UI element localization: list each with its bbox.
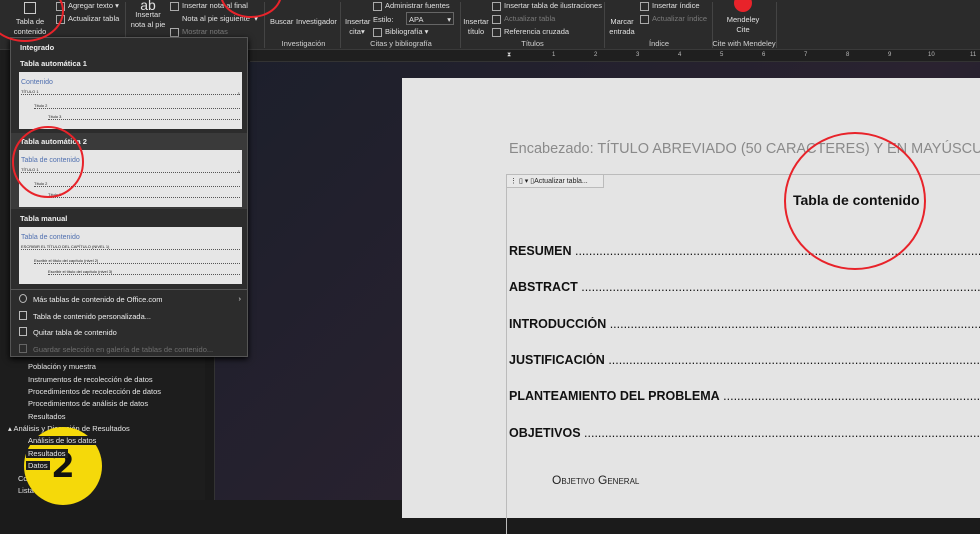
- insert-caption-button[interactable]: Insertar título: [463, 17, 489, 37]
- update-table-button[interactable]: Actualizar tabla: [56, 14, 119, 24]
- mark-entry-button[interactable]: Marcar entrada: [608, 17, 636, 37]
- toc-entry[interactable]: INTRODUCCIÓN: [509, 317, 980, 331]
- search-button[interactable]: Buscar: [270, 17, 293, 26]
- annotation-circle: [12, 126, 84, 198]
- mendeley-cite-button[interactable]: Mendeley Cite: [722, 15, 764, 35]
- thumb-line: Escribir el título del capítulo (nivel 3…: [48, 269, 240, 275]
- update-icon: [492, 14, 501, 24]
- manual-table-label: Tabla manual: [20, 214, 68, 223]
- remove-toc-item[interactable]: Quitar tabla de contenido: [33, 328, 117, 337]
- auto-table-1-label: Tabla automática 1: [20, 59, 87, 68]
- style-select[interactable]: APA ▾: [406, 12, 454, 25]
- ruler-tick: 8: [846, 52, 850, 58]
- thumb-line: TÍTULO 1: [21, 89, 240, 95]
- ruler-tick: 3: [636, 52, 640, 58]
- globe-icon: [19, 294, 27, 303]
- group-captions-label: Títulos: [521, 39, 544, 48]
- document-icon: [19, 311, 27, 320]
- nav-item[interactable]: Resultados: [26, 449, 68, 458]
- nav-item[interactable]: Datos: [26, 461, 50, 470]
- toc-entry[interactable]: ABSTRACT: [509, 280, 980, 294]
- ab-icon: ab: [140, 0, 156, 13]
- ruler-tick: 10: [928, 52, 935, 58]
- thumb-line: Título 2: [34, 103, 240, 109]
- insert-table-figures-button[interactable]: Insertar tabla de ilustraciones: [492, 1, 602, 11]
- style-label: Estilo:: [373, 15, 394, 24]
- group-index-label: Índice: [648, 39, 669, 48]
- insert-citation-button[interactable]: Insertar cita▾: [345, 17, 370, 37]
- nav-item[interactable]: Procedimientos de análisis de datos: [28, 399, 148, 408]
- manual-table-option[interactable]: Tabla de contenido ESCRIBIR EL TÍTULO DE…: [19, 227, 242, 284]
- nav-item[interactable]: Resultados: [28, 412, 66, 421]
- group-research-label: Investigación: [281, 39, 326, 48]
- group-mendeley-label: Cite with Mendeley: [712, 39, 776, 48]
- manage-sources-button[interactable]: Administrar fuentes: [373, 1, 450, 11]
- ruler-tick: 5: [720, 52, 724, 58]
- nav-item[interactable]: Instrumentos de recolección de datos: [28, 375, 153, 384]
- researcher-button[interactable]: Investigador: [296, 17, 337, 26]
- toc-sub-entry[interactable]: Objetivo General: [552, 473, 639, 487]
- toc-entry[interactable]: OBJETIVOS: [509, 426, 980, 440]
- indent-marker[interactable]: ⧗: [507, 52, 511, 59]
- toc-entry[interactable]: JUSTIFICACIÓN: [509, 353, 980, 367]
- nav-item[interactable]: Procedimientos de recolección de datos: [28, 387, 161, 396]
- update-index-button[interactable]: Actualizar índice: [640, 14, 707, 24]
- thumb-line: Título 3: [48, 192, 240, 198]
- remove-toc-icon: [19, 327, 27, 336]
- cross-reference-button[interactable]: Referencia cruzada: [492, 27, 569, 37]
- horizontal-ruler[interactable]: ⧗ 1 2 3 4 5 6 7 8 9 10 11: [250, 50, 980, 62]
- notes-icon: [170, 27, 179, 37]
- more-tocs-item[interactable]: Más tablas de contenido de Office.com: [33, 295, 163, 304]
- bibliography-icon: [373, 27, 382, 37]
- section-label: Integrado: [20, 43, 55, 52]
- toc-entry[interactable]: RESUMEN: [509, 244, 980, 258]
- nav-item[interactable]: Análisis de los datos: [26, 436, 99, 445]
- cross-reference-icon: [492, 27, 501, 37]
- thumb-page: 1: [237, 91, 240, 96]
- toc-control-tab[interactable]: ⋮ ▯ ▾ ▯Actualizar tabla...: [506, 174, 604, 188]
- save-selection-item[interactable]: Guardar selección en galería de tablas d…: [33, 345, 213, 354]
- thumb-line: ESCRIBIR EL TÍTULO DEL CAPÍTULO (NIVEL 1…: [21, 244, 240, 250]
- thumb-line: Escribir el título del capítulo (nivel 2…: [34, 258, 240, 264]
- ruler-tick: 7: [804, 52, 808, 58]
- chevron-right-icon: ›: [238, 294, 242, 303]
- ruler-tick: 6: [762, 52, 766, 58]
- insert-footnote-button[interactable]: ab Insertar nota al pie: [130, 0, 166, 30]
- chevron-down-icon: ▾: [447, 15, 451, 24]
- ruler-tick: 9: [888, 52, 892, 58]
- group-citations-label: Citas y bibliografía: [370, 39, 432, 48]
- insert-index-button[interactable]: Insertar índice: [640, 1, 700, 11]
- figures-icon: [492, 1, 501, 11]
- thumb-title: Tabla de contenido: [21, 234, 80, 241]
- endnote-icon: [170, 1, 179, 11]
- update-captions-table-button[interactable]: Actualizar tabla: [492, 14, 555, 24]
- show-notes-button[interactable]: Mostrar notas: [170, 27, 228, 37]
- thumb-page: 1: [237, 169, 240, 174]
- ruler-tick: 1: [552, 52, 556, 58]
- page-header[interactable]: Encabezado: TÍTULO ABREVIADO (50 CARACTE…: [509, 141, 980, 157]
- ruler-tick: 4: [678, 52, 682, 58]
- thumb-line: Título 3: [48, 114, 240, 120]
- thumb-title: Contenido: [21, 79, 53, 86]
- ruler-tick: 2: [594, 52, 598, 58]
- update-icon: [640, 14, 649, 24]
- index-icon: [640, 1, 649, 11]
- ruler-tick: 11: [970, 52, 977, 58]
- mendeley-icon: [734, 0, 752, 12]
- add-text-button[interactable]: Agregar texto ▾: [56, 1, 119, 11]
- update-table-button[interactable]: Actualizar tabla...: [534, 178, 588, 185]
- auto-table-1-option[interactable]: Contenido TÍTULO 1 Título 2 Título 3 1: [19, 72, 242, 129]
- nav-item[interactable]: Población y muestra: [28, 362, 96, 371]
- custom-toc-item[interactable]: Tabla de contenido personalizada...: [33, 312, 151, 321]
- bibliography-button[interactable]: Bibliografía ▾: [373, 27, 428, 37]
- annotation-circle: [784, 132, 926, 270]
- sources-icon: [373, 1, 382, 11]
- save-gallery-icon: [19, 344, 27, 353]
- toc-entry[interactable]: PLANTEAMIENTO DEL PROBLEMA: [509, 389, 980, 403]
